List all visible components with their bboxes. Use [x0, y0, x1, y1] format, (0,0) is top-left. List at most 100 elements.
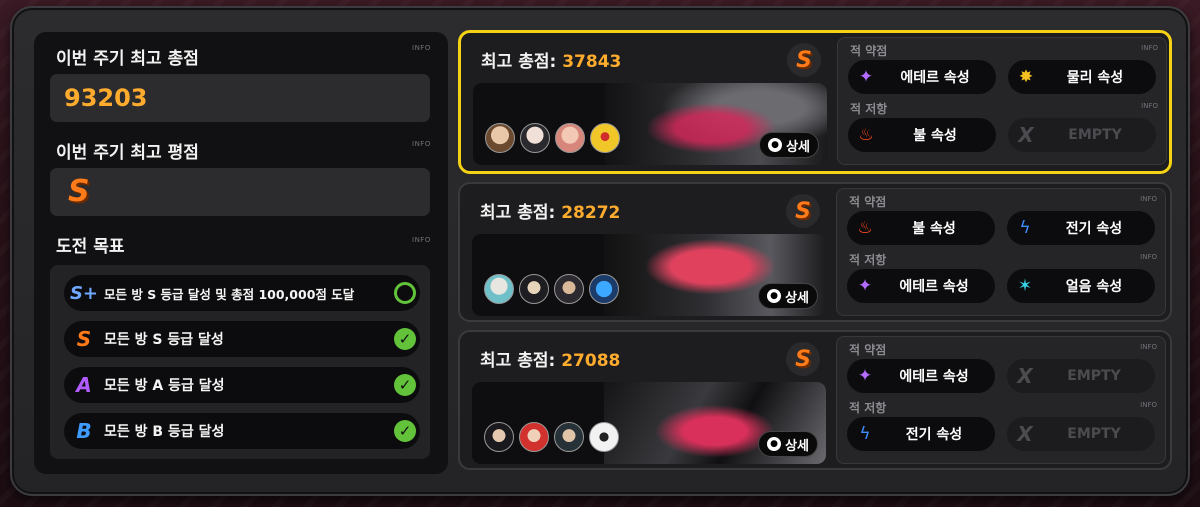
agent-avatar: [484, 422, 514, 452]
resist-label: 적 저항: [849, 401, 887, 415]
room-best-score: 최고 총점: 28272: [480, 203, 621, 223]
agent-avatar: [520, 123, 550, 153]
agent-avatar: [590, 123, 620, 153]
info-icon[interactable]: INFO: [1140, 195, 1157, 203]
goals-title: 도전 목표: [56, 237, 125, 257]
grade-s-icon: S: [795, 198, 811, 224]
weakness-pill: ✦ 에테르 속성: [848, 60, 996, 94]
info-icon[interactable]: INFO: [1140, 343, 1157, 351]
goal-item: S 모든 방 S 등급 달성 ✓: [64, 321, 420, 357]
grade-splus-icon: S+: [69, 282, 99, 304]
agent-avatar: [519, 274, 549, 304]
empty-icon: X: [1017, 364, 1033, 388]
cycle-summary-panel: 이번 주기 최고 총점 INFO 93203 이번 주기 최고 평점 INFO …: [34, 32, 448, 474]
info-icon[interactable]: INFO: [412, 236, 431, 244]
agent-avatar: [484, 274, 514, 304]
info-icon[interactable]: INFO: [412, 140, 431, 148]
agent-avatar: [555, 123, 585, 153]
cycle-best-score-value: 93203: [64, 84, 148, 112]
room-best-score: 최고 총점: 37843: [481, 52, 622, 72]
check-icon: ✓: [394, 420, 416, 442]
weakness-pill: X EMPTY: [1007, 359, 1155, 393]
agent-avatar: [554, 274, 584, 304]
grade-s-icon: S: [68, 174, 90, 209]
weak-label: 적 약점: [850, 44, 888, 58]
detail-icon: ●: [767, 437, 782, 451]
detail-button[interactable]: ● 상세: [758, 283, 818, 309]
room-card-1[interactable]: 최고 총점: 37843 S ● 상세 적 약점 INFO ✦ 에테르 속성 ✸ 물리…: [458, 30, 1172, 174]
fire-icon: ♨: [858, 125, 874, 145]
team-lineup: ● 상세: [472, 382, 826, 464]
ether-icon: ✦: [857, 276, 873, 296]
electric-icon: ϟ: [1019, 218, 1031, 238]
check-icon: ✓: [394, 374, 416, 396]
detail-button[interactable]: ● 상세: [759, 132, 819, 158]
agent-avatar: [485, 123, 515, 153]
resist-label: 적 저항: [850, 102, 888, 116]
agent-avatar: [589, 274, 619, 304]
team-lineup: ● 상세: [473, 83, 827, 165]
info-icon[interactable]: INFO: [1140, 401, 1157, 409]
check-icon: ✓: [394, 328, 416, 350]
room-best-score: 최고 총점: 27088: [480, 351, 621, 371]
weak-label: 적 약점: [849, 343, 887, 357]
goal-text: 모든 방 S 등급 달성: [104, 332, 224, 348]
goals-list: S+ 모든 방 S 등급 달성 및 총점 100,000점 도달 S 모든 방 …: [50, 265, 430, 459]
weakness-pill: ϟ 전기 속성: [1007, 211, 1155, 245]
weakness-pill: ✦ 에테르 속성: [847, 359, 995, 393]
info-icon[interactable]: INFO: [1141, 44, 1158, 52]
cycle-best-score-title: 이번 주기 최고 총점: [56, 49, 199, 69]
electric-icon: ϟ: [859, 424, 871, 444]
cycle-best-grade-title: 이번 주기 최고 평점: [56, 143, 199, 163]
agent-avatar: [589, 422, 619, 452]
cycle-best-grade-box: S: [50, 168, 430, 216]
agent-avatar: [519, 422, 549, 452]
room-rank-badge: S: [787, 43, 821, 77]
weak-label: 적 약점: [849, 195, 887, 209]
goal-item: A 모든 방 A 등급 달성 ✓: [64, 367, 420, 403]
grade-s-icon: S: [76, 327, 92, 351]
goal-item: B 모든 방 B 등급 달성 ✓: [64, 413, 420, 449]
room-rank-badge: S: [786, 194, 820, 228]
goal-text: 모든 방 A 등급 달성: [104, 378, 225, 394]
detail-icon: ●: [767, 289, 782, 303]
team-lineup: ● 상세: [472, 234, 826, 316]
grade-a-icon: A: [76, 373, 92, 397]
detail-icon: ●: [768, 138, 783, 152]
ether-icon: ✦: [857, 366, 873, 386]
detail-button[interactable]: ● 상세: [758, 431, 818, 457]
grade-s-icon: S: [796, 47, 812, 73]
resist-label: 적 저항: [849, 253, 887, 267]
enemy-attributes: 적 약점 INFO ✦ 에테르 속성 ✸ 물리 속성 적 저항 INFO ♨ 불 속성…: [837, 37, 1167, 165]
goal-text: 모든 방 S 등급 달성 및 총점 100,000점 도달: [104, 286, 355, 302]
room-card-2[interactable]: 최고 총점: 28272 S ● 상세 적 약점 INFO ♨ 불 속성 ϟ 전기 속…: [458, 182, 1172, 322]
goal-text: 모든 방 B 등급 달성: [104, 424, 225, 440]
incomplete-ring-icon: [394, 282, 416, 304]
info-icon[interactable]: INFO: [1140, 253, 1157, 261]
resistance-pill: ✦ 에테르 속성: [847, 269, 995, 303]
grade-s-icon: S: [795, 346, 811, 372]
resistance-pill: ✶ 얼음 속성: [1007, 269, 1155, 303]
cycle-best-score-box: 93203: [50, 74, 430, 122]
grade-b-icon: B: [76, 419, 92, 443]
ice-icon: ✶: [1017, 276, 1033, 296]
resistance-pill: X EMPTY: [1007, 417, 1155, 451]
empty-icon: X: [1017, 422, 1033, 446]
weakness-pill: ♨ 불 속성: [847, 211, 995, 245]
weakness-pill: ✸ 물리 속성: [1008, 60, 1156, 94]
agent-avatar: [554, 422, 584, 452]
room-card-3[interactable]: 최고 총점: 27088 S ● 상세 적 약점 INFO ✦ 에테르 속성 X EM…: [458, 330, 1172, 470]
info-icon[interactable]: INFO: [1141, 102, 1158, 110]
empty-icon: X: [1018, 123, 1034, 147]
enemy-attributes: 적 약점 INFO ✦ 에테르 속성 X EMPTY 적 저항 INFO ϟ 전기 속…: [836, 336, 1166, 464]
info-icon[interactable]: INFO: [412, 44, 431, 52]
resistance-pill: ϟ 전기 속성: [847, 417, 995, 451]
enemy-attributes: 적 약점 INFO ♨ 불 속성 ϟ 전기 속성 적 저항 INFO ✦ 에테르 속성…: [836, 188, 1166, 316]
room-rank-badge: S: [786, 342, 820, 376]
goal-item: S+ 모든 방 S 등급 달성 및 총점 100,000점 도달: [64, 275, 420, 311]
ether-icon: ✦: [858, 67, 874, 87]
resistance-pill: X EMPTY: [1008, 118, 1156, 152]
fire-icon: ♨: [857, 218, 873, 238]
physical-icon: ✸: [1018, 67, 1034, 87]
resistance-pill: ♨ 불 속성: [848, 118, 996, 152]
